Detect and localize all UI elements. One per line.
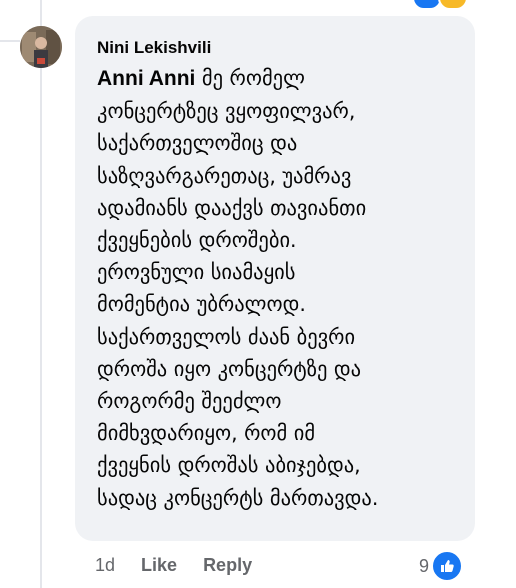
previous-comment-reactions[interactable]: [412, 0, 468, 10]
avatar[interactable]: [20, 26, 62, 68]
avatar-photo: [20, 26, 62, 68]
like-thumb-icon: [431, 550, 464, 582]
reaction-summary[interactable]: 9: [419, 550, 464, 582]
like-button[interactable]: Like: [141, 553, 177, 577]
comment-text: Anni Anni მე რომელ კონცერტზეც ვყოფილვარ,…: [97, 62, 453, 514]
like-reaction-icon: [412, 0, 442, 10]
thread-branch: [0, 40, 20, 42]
thread-line: [40, 0, 42, 588]
comment-author[interactable]: Nini Lekishvili: [97, 36, 453, 60]
comment-timestamp[interactable]: 1d: [95, 553, 115, 577]
haha-reaction-icon: [438, 0, 468, 10]
comment-actions: 1d Like Reply: [95, 553, 278, 577]
reply-button[interactable]: Reply: [203, 553, 252, 577]
comment-bubble: Nini Lekishvili Anni Anni მე რომელ კონცე…: [75, 16, 475, 541]
reaction-count: 9: [419, 555, 430, 576]
comment-body: მე რომელ კონცერტზეც ვყოფილვარ, საქართველ…: [97, 66, 379, 510]
mention-link[interactable]: Anni Anni: [97, 67, 195, 90]
